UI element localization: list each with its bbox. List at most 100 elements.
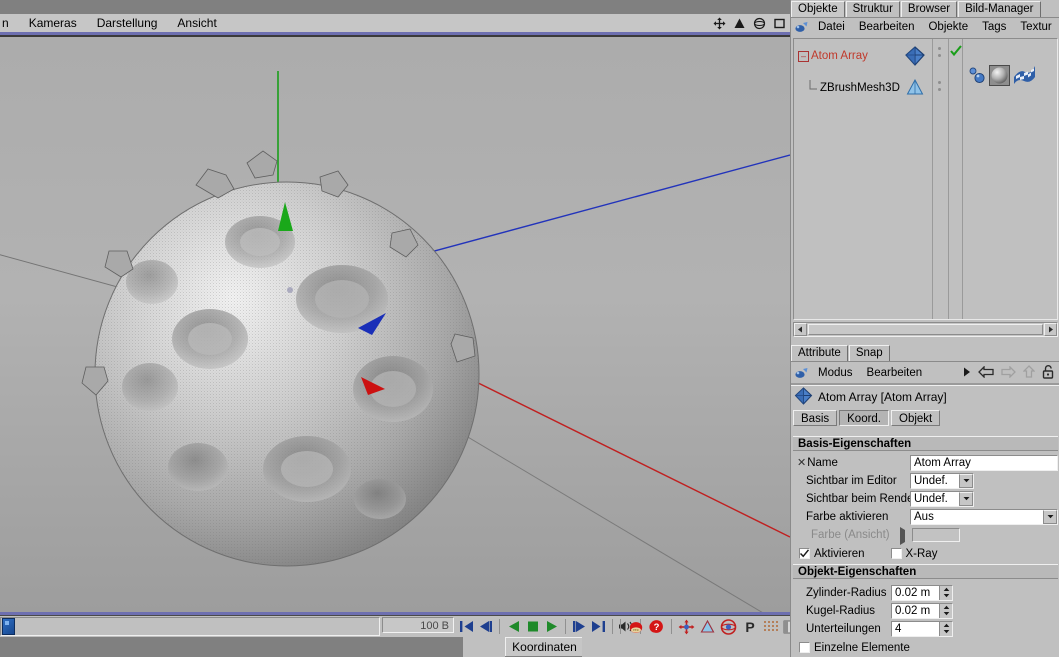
stepper-arrows-icon[interactable] [939, 604, 952, 618]
sub-tab-koord[interactable]: Koord. [839, 410, 889, 426]
checkbox-row-aktivieren[interactable]: Aktivieren X-Ray [799, 545, 937, 562]
current-frame-field[interactable]: 100 B [382, 617, 454, 633]
record-scale-button[interactable] [698, 617, 717, 636]
stop-button[interactable] [524, 618, 541, 636]
move-icon[interactable] [713, 17, 726, 30]
viewport-menu-darstellung[interactable]: Darstellung [87, 14, 168, 32]
om-dot-column-1[interactable] [936, 43, 943, 61]
expand-color-icon[interactable] [900, 530, 905, 542]
unterteilungen-stepper[interactable]: 4 [891, 621, 953, 637]
tab-attribute[interactable]: Attribute [791, 345, 848, 361]
scroll-left-arrow-icon[interactable] [794, 323, 807, 336]
go-to-start-button[interactable] [458, 618, 475, 636]
unlock-icon[interactable] [1042, 365, 1054, 382]
play-reverse-button[interactable] [505, 618, 522, 636]
om-dot-column-2[interactable] [936, 77, 943, 95]
zylinder-radius-stepper[interactable]: 0.02 m [891, 585, 953, 601]
visibility-dot-render[interactable] [938, 88, 941, 91]
chevron-down-icon[interactable] [1043, 510, 1057, 524]
farbe-aktivieren-select[interactable]: Aus [910, 509, 1058, 525]
viewport-menu-kameras[interactable]: Kameras [19, 14, 87, 32]
om-menu-bearbeiten[interactable]: Bearbeiten [852, 19, 922, 36]
at-menu-bearbeiten[interactable]: Bearbeiten [860, 364, 930, 382]
tab-struktur[interactable]: Struktur [846, 1, 900, 17]
key-help-button[interactable]: ? [647, 617, 666, 636]
om-menu-textur[interactable]: Textur [1013, 19, 1058, 36]
rotate-icon[interactable] [753, 17, 766, 30]
xray-checkbox[interactable] [891, 548, 902, 559]
timeline-track[interactable] [0, 617, 380, 636]
visibility-dot-render[interactable] [938, 54, 941, 57]
color-swatch[interactable] [912, 528, 960, 542]
stepper-arrows-icon[interactable] [939, 622, 952, 636]
sichtbar-rendern-select[interactable]: Undef. [910, 491, 974, 507]
viewport-3d-canvas[interactable] [0, 37, 790, 612]
scale-icon[interactable] [733, 17, 746, 30]
viewport-menubar: n Kameras Darstellung Ansicht [0, 14, 790, 32]
object-manager-body[interactable]: – Atom Array [793, 38, 1058, 320]
chevron-down-icon[interactable] [959, 474, 973, 488]
om-menu-datei[interactable]: Datei [811, 19, 852, 36]
scrollbar-thumb[interactable] [808, 324, 1043, 335]
expander-icon[interactable]: – [798, 51, 809, 62]
property-row-sichtbar-rendern: Sichtbar beim Rendern Undef. [797, 490, 1055, 507]
property-label: Kugel-Radius [806, 605, 875, 617]
material-tag-icon[interactable] [989, 65, 1010, 89]
einzelne-elemente-checkbox[interactable] [799, 642, 810, 653]
next-key-button[interactable] [571, 618, 588, 636]
tab-koordinaten[interactable]: Koordinaten [505, 637, 584, 656]
object-manager-tab-divider [791, 17, 1059, 18]
stepper-arrows-icon[interactable] [939, 586, 952, 600]
texture-tag-icon[interactable] [1013, 64, 1036, 89]
visible-check-icon[interactable] [950, 45, 962, 60]
record-position-button[interactable] [677, 617, 696, 636]
tree-row-zbrushmesh3d[interactable]: ZBrushMesh3D [808, 80, 900, 96]
sub-tab-basis[interactable]: Basis [793, 410, 837, 426]
name-input[interactable]: Atom Array [910, 455, 1058, 471]
tab-browser[interactable]: Browser [901, 1, 957, 17]
timeline-playhead[interactable] [2, 618, 15, 635]
autokey-button[interactable]: rec [626, 617, 645, 636]
record-parameter-button[interactable]: P [740, 617, 759, 636]
visibility-dot-editor[interactable] [938, 81, 941, 84]
frame-icon[interactable] [773, 17, 786, 30]
atom-tag-icon[interactable] [968, 66, 986, 87]
tab-bild-manager[interactable]: Bild-Manager [958, 1, 1040, 17]
viewport-menu-item-0[interactable]: n [0, 14, 19, 32]
forward-arrow-icon[interactable] [963, 367, 971, 380]
kugel-radius-stepper[interactable]: 0.02 m [891, 603, 953, 619]
back-arrow-icon[interactable] [978, 366, 994, 381]
om-column-divider-3 [962, 39, 963, 319]
tab-snap[interactable]: Snap [849, 345, 890, 361]
property-row-unterteilungen: Unterteilungen 4 [797, 620, 1055, 637]
remove-name-icon[interactable]: ✕ [797, 456, 806, 469]
tab-objekte[interactable]: Objekte [791, 1, 845, 17]
chevron-down-icon[interactable] [959, 492, 973, 506]
record-separator-2 [671, 619, 672, 634]
property-label: Sichtbar beim Rendern [806, 493, 924, 505]
om-column-divider-2 [948, 39, 949, 319]
om-menu-tags[interactable]: Tags [975, 19, 1013, 36]
aktivieren-checkbox[interactable] [799, 548, 810, 559]
om-menu-objekte[interactable]: Objekte [921, 19, 975, 36]
record-rotation-button[interactable] [719, 617, 738, 636]
sichtbar-editor-select[interactable]: Undef. [910, 473, 974, 489]
object-manager-scrollbar[interactable] [793, 322, 1058, 337]
previous-key-button[interactable] [477, 618, 494, 636]
tree-row-atom-array[interactable]: – Atom Array [798, 48, 868, 64]
sub-tab-objekt[interactable]: Objekt [891, 410, 940, 426]
viewport-title-bar [0, 0, 790, 14]
record-points-button[interactable] [761, 617, 780, 636]
property-label: Sichtbar im Editor [806, 475, 897, 487]
at-menu-modus[interactable]: Modus [811, 364, 860, 382]
go-to-end-button[interactable] [590, 618, 607, 636]
checkbox-row-einzelne-elemente[interactable]: Einzelne Elemente [799, 639, 910, 656]
svg-text:?: ? [654, 622, 660, 633]
visibility-dot-editor[interactable] [938, 47, 941, 50]
object-manager-icon [791, 20, 811, 36]
play-button[interactable] [543, 618, 560, 636]
attribute-manager-icon [791, 365, 811, 381]
property-label: Farbe (Ansicht) [811, 529, 890, 541]
viewport-menu-ansicht[interactable]: Ansicht [167, 14, 226, 32]
scroll-right-arrow-icon[interactable] [1044, 323, 1057, 336]
